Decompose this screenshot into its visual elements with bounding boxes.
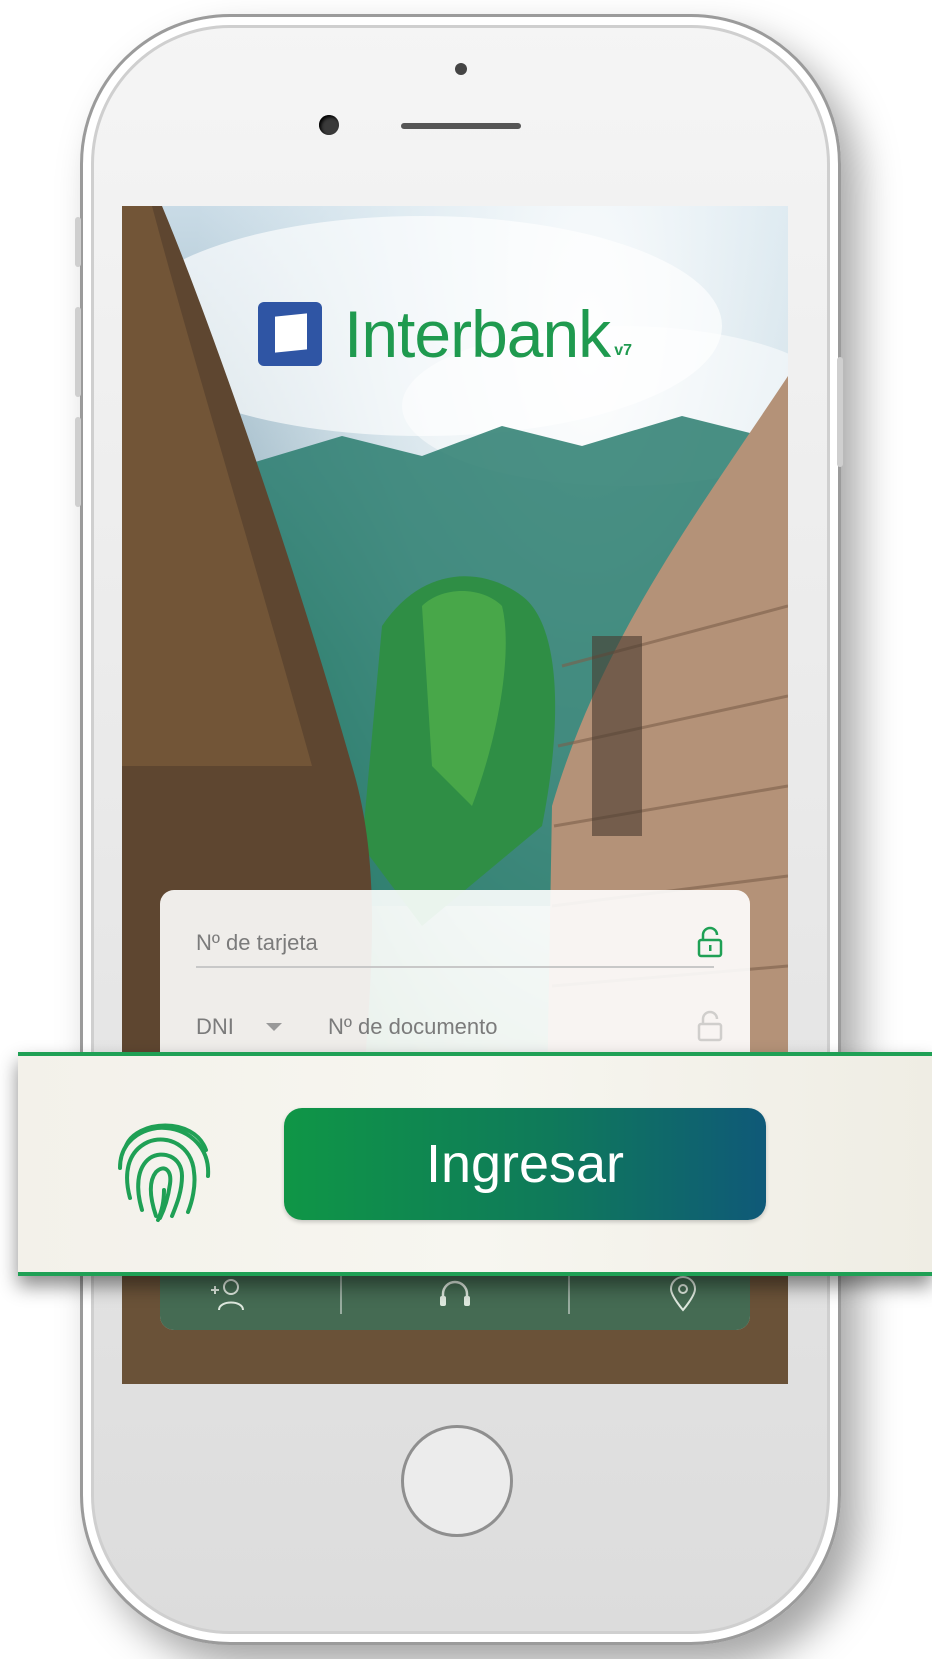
card-number-placeholder: Nº de tarjeta xyxy=(196,930,318,955)
side-button-mute xyxy=(75,217,81,267)
brand-name: Interbank xyxy=(344,297,611,371)
brand-logo: Interbank v7 xyxy=(258,296,632,371)
location-pin-icon[interactable] xyxy=(663,1274,703,1314)
brand-logo-mark xyxy=(258,302,322,366)
add-user-icon[interactable] xyxy=(207,1274,247,1314)
document-number-placeholder: Nº de documento xyxy=(328,1014,498,1039)
earpiece-speaker xyxy=(401,123,521,129)
document-type-select[interactable]: DNI xyxy=(196,1014,266,1040)
document-field[interactable]: DNI Nº de documento xyxy=(196,1004,723,1050)
fingerprint-icon[interactable] xyxy=(106,1106,224,1224)
side-button-volume-up xyxy=(75,307,81,397)
side-button-volume-down xyxy=(75,417,81,507)
headset-icon[interactable] xyxy=(435,1274,475,1314)
front-camera xyxy=(319,115,339,135)
home-button[interactable] xyxy=(401,1425,513,1537)
zoom-banner: Ingresar xyxy=(18,1052,932,1276)
side-button-power xyxy=(837,357,843,467)
lock-icon-faded[interactable] xyxy=(696,1010,724,1042)
card-number-field[interactable]: Nº de tarjeta xyxy=(196,920,723,968)
lock-icon[interactable] xyxy=(696,926,724,958)
app-version: v7 xyxy=(614,342,632,359)
chevron-down-icon[interactable] xyxy=(266,1023,282,1031)
proximity-sensor xyxy=(455,63,467,75)
login-button[interactable]: Ingresar xyxy=(284,1108,766,1220)
bar-divider xyxy=(339,1274,342,1314)
bar-divider xyxy=(568,1274,571,1314)
